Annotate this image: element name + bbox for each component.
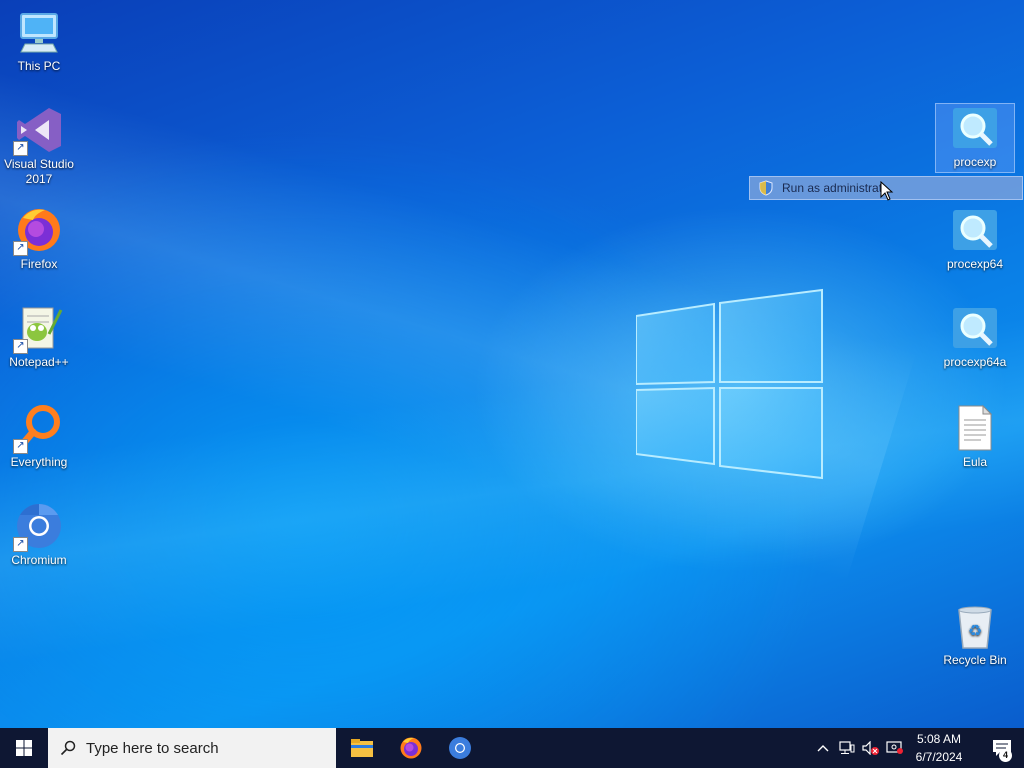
desktop-icon-firefox[interactable]: ↗ Firefox — [0, 206, 78, 272]
menu-item-label: Run as administrat — [782, 181, 883, 195]
shortcut-arrow-icon: ↗ — [13, 141, 28, 156]
desktop-icon-label: Notepad++ — [9, 355, 69, 369]
document-icon — [951, 404, 999, 452]
shortcut-arrow-icon: ↗ — [13, 339, 28, 354]
taskbar-search-box[interactable]: Type here to search — [48, 728, 336, 768]
computer-icon — [15, 8, 63, 56]
desktop-icon-eula[interactable]: Eula — [936, 404, 1014, 470]
wallpaper-light-beam — [0, 316, 1024, 669]
network-icon — [839, 741, 855, 754]
start-button[interactable] — [0, 728, 48, 768]
svg-text:♻: ♻ — [968, 621, 982, 640]
everything-search-icon: ↗ — [13, 404, 63, 454]
desktop-icon-everything[interactable]: ↗ Everything — [0, 404, 78, 470]
desktop-icon-label: Everything — [10, 455, 68, 469]
speaker-muted-icon — [862, 741, 879, 755]
search-placeholder: Type here to search — [86, 739, 219, 757]
desktop-icon-procexp64[interactable]: procexp64 — [936, 206, 1014, 272]
desktop-icon-label: procexp64a — [943, 355, 1007, 369]
desktop-icon-label: Eula — [962, 455, 988, 469]
taskbar-app-file-explorer[interactable] — [338, 728, 386, 768]
uac-shield-icon — [759, 180, 773, 196]
clock-time: 5:08 AM — [916, 732, 962, 746]
desktop-icon-visual-studio[interactable]: ↗ Visual Studio 2017 — [0, 106, 78, 187]
network-tray-button[interactable] — [836, 728, 858, 768]
notepad-plus-plus-icon: ↗ — [13, 304, 63, 354]
desktop-icon-label: Firefox — [20, 257, 58, 271]
desktop-icon-procexp[interactable]: procexp — [935, 103, 1015, 173]
chevron-up-icon — [817, 745, 829, 752]
desktop-icon-procexp64a[interactable]: procexp64a — [936, 304, 1014, 370]
recycle-bin-icon: ♻ — [951, 602, 999, 650]
notification-count-badge: 4 — [999, 749, 1012, 762]
procexp-icon — [951, 104, 999, 152]
chromium-icon — [449, 737, 471, 759]
taskbar-app-firefox[interactable] — [387, 728, 435, 768]
taskbar: Type here to search 5:08 AM 6/7/2024 4 — [0, 728, 1024, 768]
mouse-cursor-icon — [880, 181, 894, 201]
shortcut-arrow-icon: ↗ — [13, 241, 28, 256]
visual-studio-icon: ↗ — [13, 106, 63, 156]
desktop-icon-label: procexp64 — [946, 257, 1004, 271]
desktop-icon-recycle-bin[interactable]: ♻ Recycle Bin — [936, 602, 1014, 668]
desktop-icon-label: This PC — [17, 59, 61, 73]
desktop-icon-label: procexp — [953, 155, 997, 169]
clock-date: 6/7/2024 — [915, 750, 963, 764]
desktop-icon-this-pc[interactable]: This PC — [0, 8, 78, 74]
windows-wallpaper-logo — [636, 288, 823, 480]
search-icon — [60, 740, 76, 756]
taskbar-app-chromium[interactable] — [436, 728, 484, 768]
shortcut-arrow-icon: ↗ — [13, 537, 28, 552]
windows-start-icon — [16, 740, 32, 756]
desktop-icon-label: Recycle Bin — [943, 653, 1007, 667]
chromium-icon: ↗ — [13, 502, 63, 552]
procexp-icon — [951, 304, 999, 352]
folder-icon — [351, 739, 373, 757]
desktop-icon-chromium[interactable]: ↗ Chromium — [0, 502, 78, 568]
procexp-icon — [951, 206, 999, 254]
taskbar-clock[interactable]: 5:08 AM 6/7/2024 — [905, 728, 973, 768]
firefox-icon — [400, 737, 422, 759]
desktop-icon-notepad-plus-plus[interactable]: ↗ Notepad++ — [0, 304, 78, 370]
desktop-icon-label: Chromium — [11, 553, 67, 567]
display-icon — [886, 741, 903, 754]
shortcut-arrow-icon: ↗ — [13, 439, 28, 454]
show-hidden-icons-button[interactable] — [812, 728, 834, 768]
action-tray-button[interactable] — [884, 728, 906, 768]
action-center-button[interactable]: 4 — [980, 728, 1024, 768]
desktop-icon-label: Visual Studio 2017 — [4, 157, 74, 186]
volume-tray-button[interactable] — [860, 728, 882, 768]
firefox-icon: ↗ — [13, 206, 63, 256]
